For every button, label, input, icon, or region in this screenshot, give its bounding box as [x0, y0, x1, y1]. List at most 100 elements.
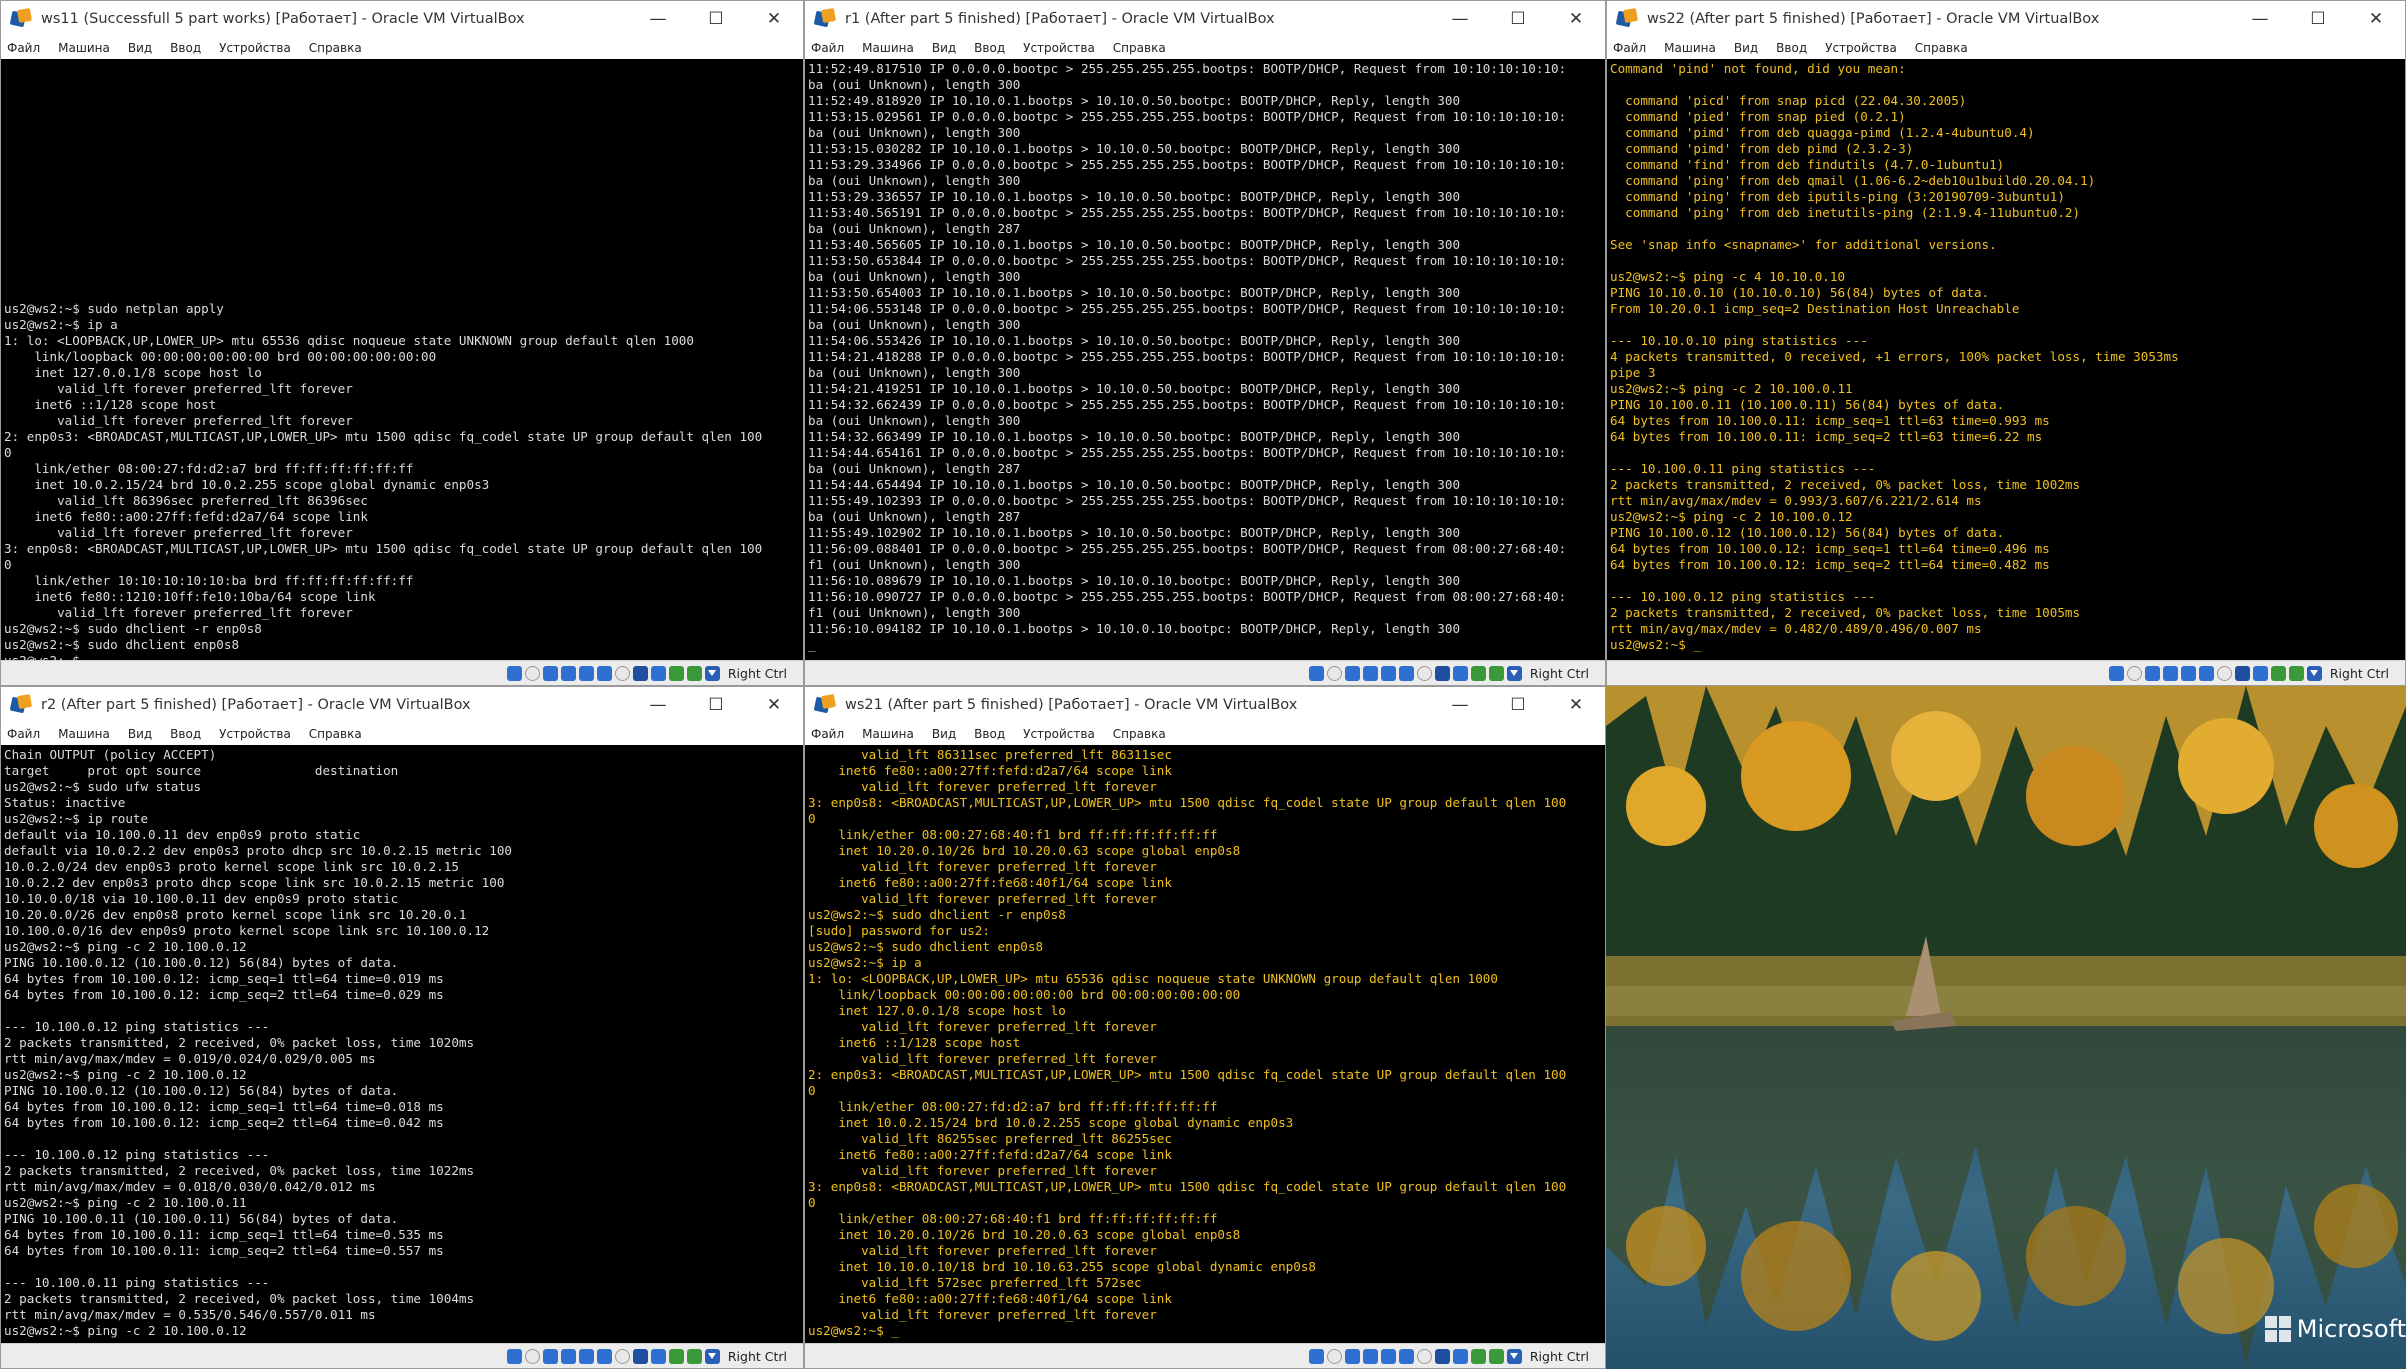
network-icon[interactable] [1362, 665, 1378, 681]
menu-view[interactable]: Вид [128, 41, 152, 55]
menu-view[interactable]: Вид [932, 41, 956, 55]
minimize-button[interactable]: — [1431, 687, 1489, 723]
display-icon[interactable] [2216, 665, 2232, 681]
hard-disk-icon[interactable] [2108, 665, 2124, 681]
menu-file[interactable]: Файл [7, 727, 40, 741]
display-icon[interactable] [614, 665, 630, 681]
keyboard-capture-icon[interactable] [1506, 1348, 1522, 1364]
menu-help[interactable]: Справка [309, 41, 362, 55]
audio-icon[interactable] [1344, 1348, 1360, 1364]
capture-icon[interactable] [1488, 665, 1504, 681]
keyboard-capture-icon[interactable] [704, 1348, 720, 1364]
menu-input[interactable]: Ввод [974, 727, 1005, 741]
menu-devices[interactable]: Устройства [1023, 727, 1095, 741]
network-icon[interactable] [2162, 665, 2178, 681]
close-button[interactable]: ✕ [745, 1, 803, 37]
network-icon[interactable] [560, 1348, 576, 1364]
keyboard-capture-icon[interactable] [704, 665, 720, 681]
menu-devices[interactable]: Устройства [1825, 41, 1897, 55]
mouse-integration-icon[interactable] [650, 665, 666, 681]
title-bar[interactable]: ws11 (Successfull 5 part works) [Работае… [1, 1, 803, 37]
hard-disk-icon[interactable] [506, 1348, 522, 1364]
keyboard-capture-icon[interactable] [1506, 665, 1522, 681]
title-bar[interactable]: ws21 (After part 5 finished) [Работает] … [805, 687, 1605, 723]
recording-icon[interactable] [1434, 665, 1450, 681]
cpu-icon[interactable] [1470, 1348, 1486, 1364]
close-button[interactable]: ✕ [2347, 1, 2405, 37]
menu-machine[interactable]: Машина [862, 41, 914, 55]
recording-icon[interactable] [2234, 665, 2250, 681]
menu-input[interactable]: Ввод [1776, 41, 1807, 55]
hard-disk-icon[interactable] [506, 665, 522, 681]
capture-icon[interactable] [686, 1348, 702, 1364]
vm-screen[interactable]: Command 'pind' not found, did you mean: … [1607, 59, 2405, 661]
close-button[interactable]: ✕ [745, 687, 803, 723]
menu-help[interactable]: Справка [1113, 41, 1166, 55]
usb-icon[interactable] [1380, 1348, 1396, 1364]
keyboard-capture-icon[interactable] [2306, 665, 2322, 681]
capture-icon[interactable] [2288, 665, 2304, 681]
mouse-integration-icon[interactable] [1452, 665, 1468, 681]
audio-icon[interactable] [542, 1348, 558, 1364]
mouse-integration-icon[interactable] [650, 1348, 666, 1364]
audio-icon[interactable] [542, 665, 558, 681]
maximize-button[interactable]: ☐ [687, 1, 745, 37]
vm-window-r2[interactable]: r2 (After part 5 finished) [Работает] - … [0, 686, 804, 1369]
recording-icon[interactable] [632, 1348, 648, 1364]
mouse-integration-icon[interactable] [2252, 665, 2268, 681]
menu-devices[interactable]: Устройства [219, 727, 291, 741]
minimize-button[interactable]: — [629, 1, 687, 37]
cpu-icon[interactable] [668, 1348, 684, 1364]
capture-icon[interactable] [686, 665, 702, 681]
audio-icon[interactable] [2144, 665, 2160, 681]
recording-icon[interactable] [1434, 1348, 1450, 1364]
menu-file[interactable]: Файл [7, 41, 40, 55]
hard-disk-icon[interactable] [1308, 665, 1324, 681]
menu-view[interactable]: Вид [932, 727, 956, 741]
optical-drive-icon[interactable] [2126, 665, 2142, 681]
menu-machine[interactable]: Машина [58, 727, 110, 741]
minimize-button[interactable]: — [629, 687, 687, 723]
maximize-button[interactable]: ☐ [1489, 687, 1547, 723]
menu-input[interactable]: Ввод [974, 41, 1005, 55]
shared-folders-icon[interactable] [596, 665, 612, 681]
capture-icon[interactable] [1488, 1348, 1504, 1364]
vm-window-ws22[interactable]: ws22 (After part 5 finished) [Работает] … [1606, 0, 2406, 686]
minimize-button[interactable]: — [1431, 1, 1489, 37]
menu-file[interactable]: Файл [811, 41, 844, 55]
display-icon[interactable] [614, 1348, 630, 1364]
usb-icon[interactable] [2180, 665, 2196, 681]
usb-icon[interactable] [578, 1348, 594, 1364]
optical-drive-icon[interactable] [524, 665, 540, 681]
optical-drive-icon[interactable] [524, 1348, 540, 1364]
title-bar[interactable]: r1 (After part 5 finished) [Работает] - … [805, 1, 1605, 37]
optical-drive-icon[interactable] [1326, 665, 1342, 681]
menu-input[interactable]: Ввод [170, 727, 201, 741]
menu-machine[interactable]: Машина [862, 727, 914, 741]
menu-view[interactable]: Вид [128, 727, 152, 741]
vm-screen[interactable]: us2@ws2:~$ sudo netplan apply us2@ws2:~$… [1, 59, 803, 661]
optical-drive-icon[interactable] [1326, 1348, 1342, 1364]
menu-help[interactable]: Справка [309, 727, 362, 741]
cpu-icon[interactable] [668, 665, 684, 681]
vm-screen[interactable]: valid_lft 86311sec preferred_lft 86311se… [805, 745, 1605, 1344]
maximize-button[interactable]: ☐ [1489, 1, 1547, 37]
shared-folders-icon[interactable] [1398, 1348, 1414, 1364]
menu-machine[interactable]: Машина [1664, 41, 1716, 55]
minimize-button[interactable]: — [2231, 1, 2289, 37]
mouse-integration-icon[interactable] [1452, 1348, 1468, 1364]
menu-devices[interactable]: Устройства [1023, 41, 1095, 55]
maximize-button[interactable]: ☐ [2289, 1, 2347, 37]
audio-icon[interactable] [1344, 665, 1360, 681]
title-bar[interactable]: r2 (After part 5 finished) [Работает] - … [1, 687, 803, 723]
usb-icon[interactable] [578, 665, 594, 681]
recording-icon[interactable] [632, 665, 648, 681]
menu-view[interactable]: Вид [1734, 41, 1758, 55]
display-icon[interactable] [1416, 1348, 1432, 1364]
shared-folders-icon[interactable] [2198, 665, 2214, 681]
network-icon[interactable] [560, 665, 576, 681]
shared-folders-icon[interactable] [596, 1348, 612, 1364]
vm-window-ws11[interactable]: ws11 (Successfull 5 part works) [Работае… [0, 0, 804, 686]
menu-help[interactable]: Справка [1915, 41, 1968, 55]
network-icon[interactable] [1362, 1348, 1378, 1364]
